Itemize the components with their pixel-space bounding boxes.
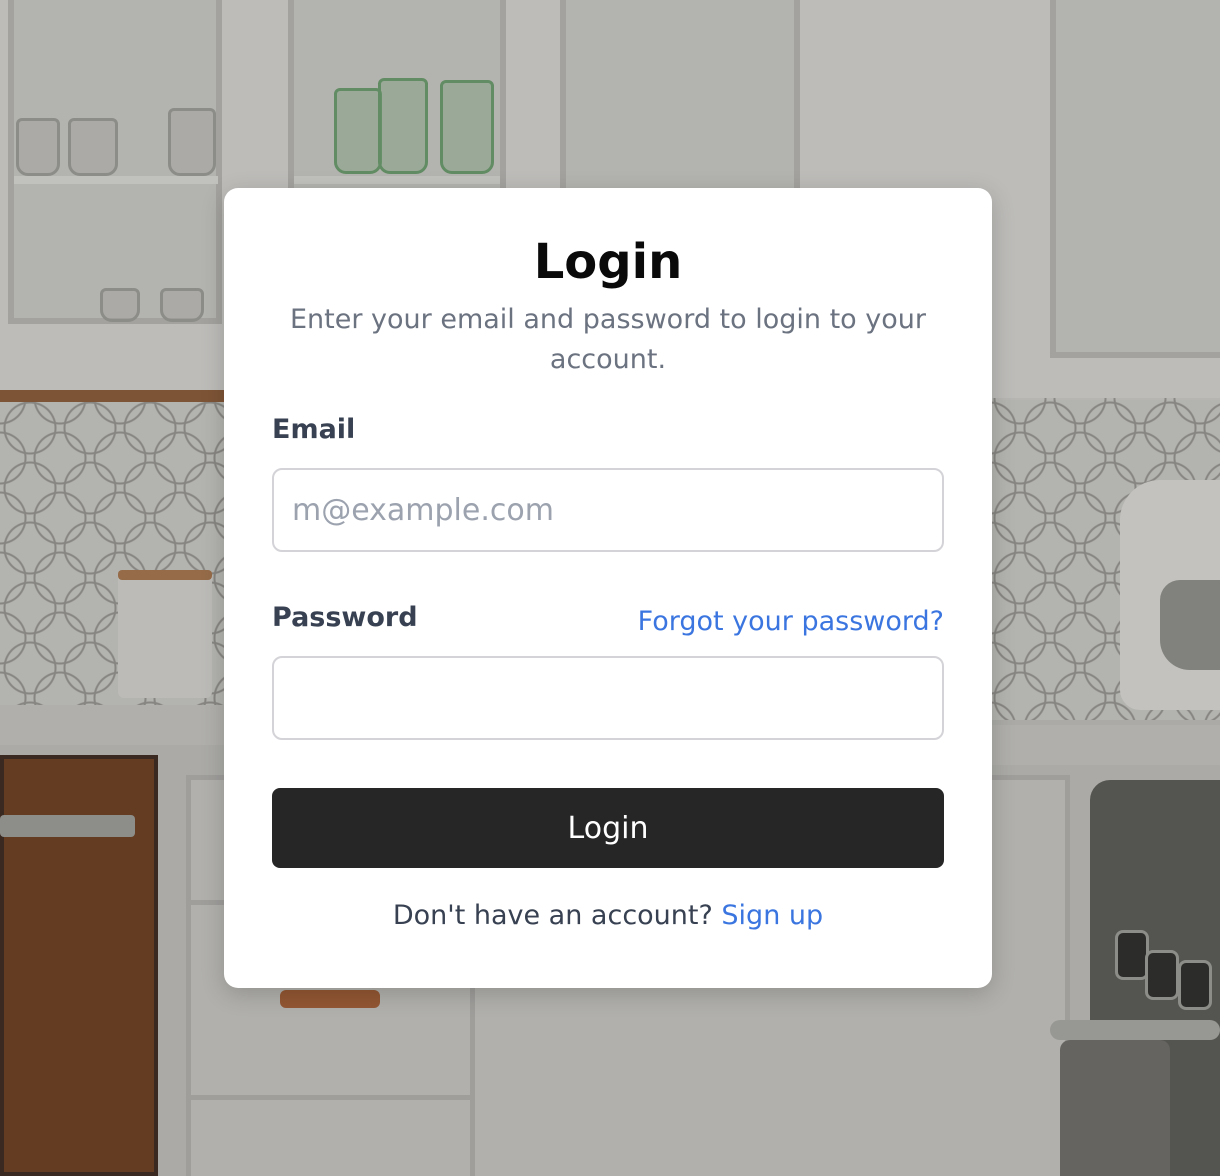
login-button[interactable]: Login [272,788,944,868]
password-field[interactable] [272,656,944,740]
password-label: Password [272,602,418,633]
signup-prompt-text: Don't have an account? [392,900,713,931]
login-card: Login Enter your email and password to l… [224,188,992,988]
signup-prompt: Don't have an account? Sign up [224,900,992,931]
login-title: Login [533,234,683,290]
forgot-password-link[interactable]: Forgot your password? [638,606,944,637]
login-subtitle: Enter your email and password to login t… [290,304,926,375]
email-label: Email [272,414,356,445]
signup-link[interactable]: Sign up [721,900,823,931]
email-field[interactable] [272,468,944,552]
